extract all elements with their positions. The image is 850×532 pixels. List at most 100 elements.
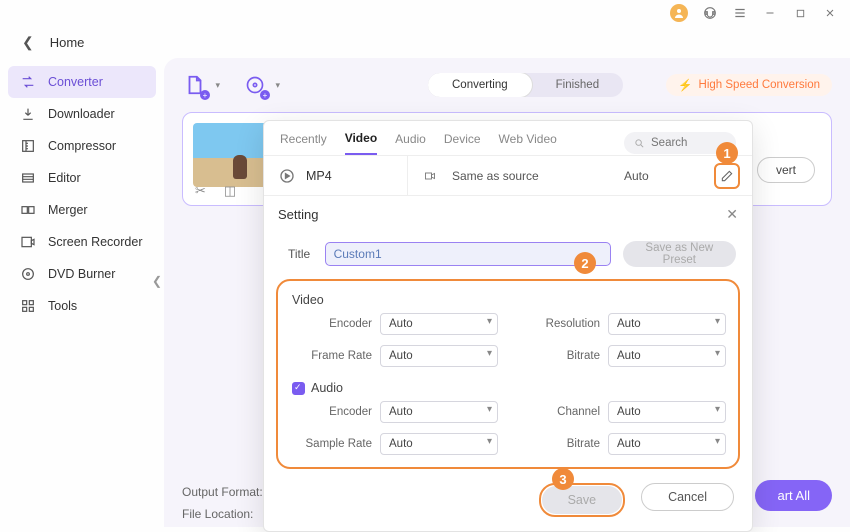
- video-bitrate-select[interactable]: Auto: [608, 345, 726, 367]
- video-icon: [422, 170, 438, 182]
- callout-2: 2: [574, 252, 596, 274]
- title-row: Title Save as New Preset: [264, 233, 752, 273]
- chevron-down-icon: ▾: [215, 80, 220, 91]
- tab-recently[interactable]: Recently: [280, 132, 327, 154]
- sidebar-item-label: Editor: [48, 171, 81, 185]
- file-location-label: File Location:: [182, 507, 263, 521]
- sidebar-item-merger[interactable]: Merger: [8, 194, 156, 226]
- bolt-icon: ⚡: [678, 78, 692, 92]
- resolution-select[interactable]: Auto: [608, 313, 726, 335]
- callout-3: 3: [552, 468, 574, 490]
- audio-checkbox[interactable]: [292, 382, 305, 395]
- convert-button[interactable]: vert: [757, 157, 815, 183]
- sidebar-collapse-icon[interactable]: ❮: [152, 274, 162, 288]
- save-button[interactable]: Save: [542, 486, 623, 514]
- toolbar: + ▾ + ▾ Converting Finished ⚡ High Speed…: [182, 72, 832, 98]
- home-label[interactable]: Home: [50, 35, 85, 50]
- recorder-icon: [20, 234, 36, 250]
- format-name: MP4: [306, 169, 332, 183]
- sidebar-item-label: Downloader: [48, 107, 115, 121]
- resolution-label: Resolution: [528, 318, 600, 330]
- sidebar-item-screen-recorder[interactable]: Screen Recorder: [8, 226, 156, 258]
- downloader-icon: [20, 106, 36, 122]
- converter-icon: [20, 74, 36, 90]
- audio-group-title: Audio: [292, 381, 726, 395]
- segment-finished[interactable]: Finished: [532, 73, 623, 97]
- close-icon[interactable]: [822, 5, 838, 21]
- setting-title: Setting: [278, 207, 318, 222]
- dvd-icon: [20, 266, 36, 282]
- format-row[interactable]: MP4 Same as source Auto: [264, 155, 752, 195]
- bottom-info: Output Format: File Location:: [182, 477, 263, 521]
- start-all-button[interactable]: art All: [755, 480, 832, 511]
- audio-encoder-label: Encoder: [300, 406, 372, 418]
- format-same-source: Same as source: [452, 169, 539, 183]
- channel-label: Channel: [528, 406, 600, 418]
- sidebar-item-label: Screen Recorder: [48, 235, 143, 249]
- maximize-icon[interactable]: [792, 5, 808, 21]
- back-icon[interactable]: ❮: [22, 34, 34, 51]
- dialog-buttons: Save Cancel: [264, 469, 752, 531]
- encoder-label: Encoder: [300, 318, 372, 330]
- edit-format-button[interactable]: [714, 163, 740, 189]
- menu-icon[interactable]: [732, 5, 748, 21]
- format-icon: [278, 167, 296, 185]
- support-icon[interactable]: [702, 5, 718, 21]
- sidebar-item-label: DVD Burner: [48, 267, 115, 281]
- save-preset-button[interactable]: Save as New Preset: [623, 241, 736, 267]
- audio-encoder-select[interactable]: Auto: [380, 401, 498, 423]
- high-speed-label: High Speed Conversion: [699, 79, 820, 91]
- title-label: Title: [288, 247, 313, 261]
- cancel-button[interactable]: Cancel: [641, 483, 734, 511]
- format-tabs: Recently Video Audio Device Web Video: [264, 121, 752, 155]
- tab-video[interactable]: Video: [345, 131, 377, 155]
- sidebar-item-downloader[interactable]: Downloader: [8, 98, 156, 130]
- sidebar-item-label: Tools: [48, 299, 77, 313]
- merger-icon: [20, 202, 36, 218]
- sidebar-item-dvd-burner[interactable]: DVD Burner: [8, 258, 156, 290]
- format-settings-popup: Recently Video Audio Device Web Video MP…: [263, 120, 753, 532]
- sidebar-item-compressor[interactable]: Compressor: [8, 130, 156, 162]
- video-bitrate-label: Bitrate: [528, 350, 600, 362]
- status-segmented: Converting Finished: [428, 73, 623, 97]
- high-speed-button[interactable]: ⚡ High Speed Conversion: [666, 74, 832, 96]
- tools-icon: [20, 298, 36, 314]
- minimize-icon[interactable]: [762, 5, 778, 21]
- user-avatar[interactable]: [670, 4, 688, 22]
- add-file-button[interactable]: + ▾: [182, 72, 208, 98]
- file-actions: ✂ ◫: [195, 183, 236, 199]
- tab-web-video[interactable]: Web Video: [499, 132, 557, 154]
- setting-header: Setting ✕: [264, 195, 752, 233]
- tab-audio[interactable]: Audio: [395, 132, 426, 154]
- tab-device[interactable]: Device: [444, 132, 481, 154]
- samplerate-select[interactable]: Auto: [380, 433, 498, 455]
- audio-bitrate-label: Bitrate: [528, 438, 600, 450]
- audio-bitrate-select[interactable]: Auto: [608, 433, 726, 455]
- output-format-label: Output Format:: [182, 485, 263, 499]
- chevron-down-icon: ▾: [275, 80, 280, 91]
- sidebar-item-tools[interactable]: Tools: [8, 290, 156, 322]
- title-input[interactable]: [325, 242, 611, 266]
- editor-icon: [20, 170, 36, 186]
- search-icon: [634, 138, 645, 149]
- framerate-select[interactable]: Auto: [380, 345, 498, 367]
- video-encoder-select[interactable]: Auto: [380, 313, 498, 335]
- sidebar-item-label: Converter: [48, 75, 103, 89]
- segment-converting[interactable]: Converting: [428, 73, 532, 97]
- framerate-label: Frame Rate: [300, 350, 372, 362]
- plus-icon: +: [200, 90, 210, 100]
- add-dvd-button[interactable]: + ▾: [242, 72, 268, 98]
- sidebar-item-label: Compressor: [48, 139, 116, 153]
- channel-select[interactable]: Auto: [608, 401, 726, 423]
- sidebar-item-converter[interactable]: Converter: [8, 66, 156, 98]
- samplerate-label: Sample Rate: [300, 438, 372, 450]
- home-bar: ❮ Home: [0, 26, 850, 58]
- crop-icon[interactable]: ◫: [224, 183, 236, 199]
- sidebar-item-editor[interactable]: Editor: [8, 162, 156, 194]
- callout-1: 1: [716, 142, 738, 164]
- trim-icon[interactable]: ✂: [195, 183, 206, 199]
- close-setting-icon[interactable]: ✕: [726, 206, 738, 223]
- format-auto: Auto: [624, 169, 649, 183]
- settings-group: Video EncoderAuto ResolutionAuto Frame R…: [276, 279, 740, 469]
- search-input[interactable]: [651, 137, 721, 149]
